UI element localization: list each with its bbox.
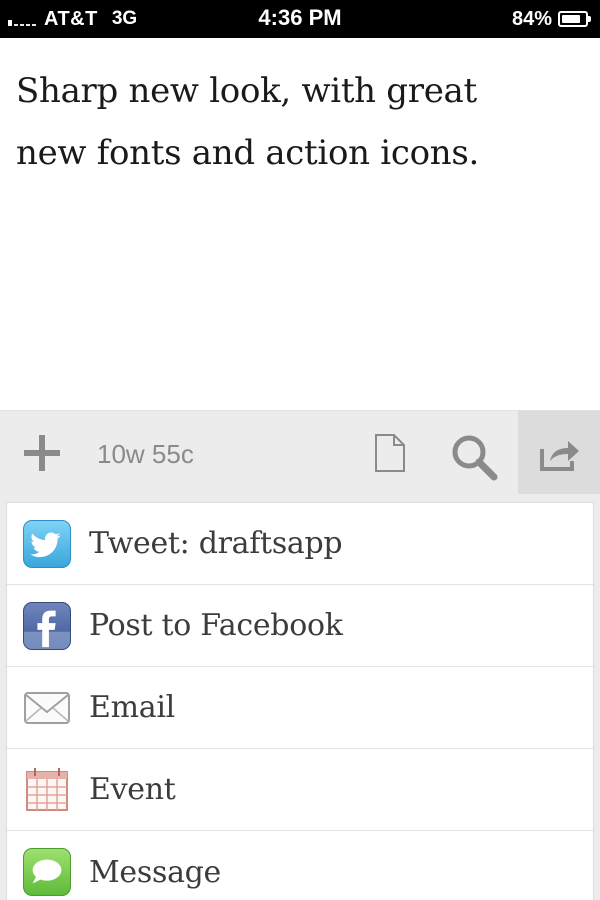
draft-text[interactable]: Sharp new look, with great new fonts and… (16, 60, 584, 184)
action-event[interactable]: Event (7, 749, 593, 831)
action-label: Event (89, 772, 176, 807)
battery-percentage: 84% (511, 7, 552, 30)
action-list: Tweet: draftsapp Post to Facebook Email (6, 502, 594, 900)
draft-editor[interactable]: Sharp new look, with great new fonts and… (0, 38, 600, 410)
calendar-icon (23, 766, 71, 814)
status-bar-right: 84% (511, 7, 591, 31)
action-email[interactable]: Email (7, 667, 593, 749)
search-icon[interactable] (450, 433, 498, 481)
share-icon (540, 441, 579, 471)
message-bubble-icon (23, 848, 71, 896)
plus-icon[interactable] (24, 435, 60, 471)
battery-icon (558, 11, 591, 27)
status-time: 4:36 PM (258, 5, 342, 30)
action-label: Email (89, 690, 175, 725)
editor-toolbar: 10w 55c (0, 410, 600, 495)
envelope-icon (23, 684, 71, 732)
draft-text-line: new fonts and action icons. (16, 133, 480, 173)
action-facebook[interactable]: Post to Facebook (7, 585, 593, 667)
word-character-count: 10w 55c (97, 439, 194, 469)
action-message[interactable]: Message (7, 831, 593, 900)
status-bar: AT&T 3G 4:36 PM 84% (0, 0, 600, 38)
facebook-icon (23, 601, 71, 650)
twitter-icon (23, 519, 71, 568)
draft-text-line: Sharp new look, with great (16, 71, 477, 111)
action-tweet[interactable]: Tweet: draftsapp (7, 503, 593, 585)
action-label: Tweet: draftsapp (89, 526, 343, 561)
action-label: Post to Facebook (89, 608, 343, 643)
battery-level-fill (562, 15, 581, 23)
action-label: Message (89, 854, 222, 890)
share-button[interactable] (518, 411, 600, 495)
document-icon[interactable] (374, 433, 406, 473)
